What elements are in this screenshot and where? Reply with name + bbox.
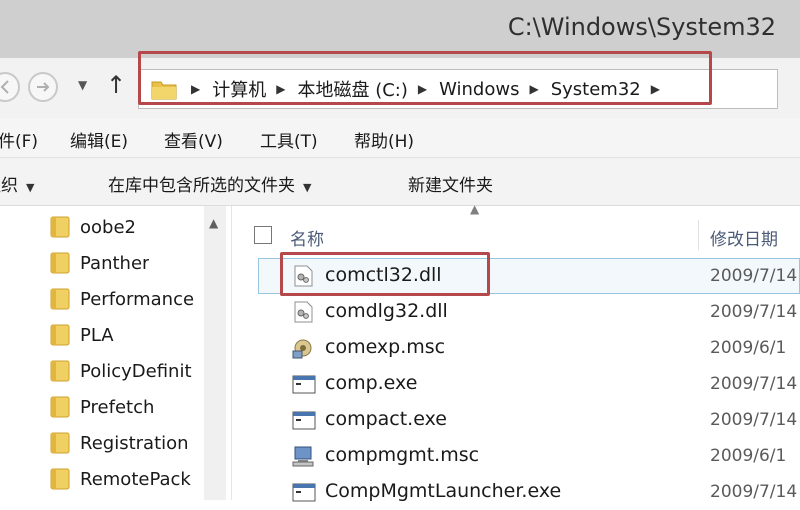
folder-icon xyxy=(50,288,70,310)
recent-locations-chevron-icon[interactable]: ▼ xyxy=(78,78,87,92)
tree-item-label: Panther xyxy=(80,252,150,274)
tree-item-pla[interactable]: PLA xyxy=(50,318,114,352)
include-in-library-label: 在库中包含所选的文件夹 xyxy=(108,176,295,196)
tree-item-panther[interactable]: Panther xyxy=(50,246,149,280)
computer-management-icon xyxy=(292,446,314,467)
tree-item-label: PolicyDefinit xyxy=(80,360,192,382)
column-header-date-modified[interactable]: 修改日期 xyxy=(710,225,778,250)
navigation-pane: oobe2 Panther Performance PLA PolicyDefi… xyxy=(0,206,232,500)
menu-tools[interactable]: 工具(T) xyxy=(260,127,318,152)
scroll-up-arrow-icon[interactable]: ▲ xyxy=(209,216,218,230)
folder-icon xyxy=(50,324,70,346)
file-date: 2009/7/14 xyxy=(710,410,798,430)
forward-arrow-icon xyxy=(37,82,50,92)
exe-window-icon xyxy=(292,375,316,394)
tree-item-performance[interactable]: Performance xyxy=(50,282,194,316)
menu-file[interactable]: 件(F) xyxy=(0,127,38,152)
dropdown-arrow-icon: ▼ xyxy=(26,181,35,194)
msc-component-icon xyxy=(292,339,312,359)
file-name: compmgmt.msc xyxy=(325,444,480,466)
file-list: ▲ 名称 修改日期 comctl32.dll 2009/7/14 comdlg3… xyxy=(232,202,800,502)
file-row[interactable]: comp.exe 2009/7/14 xyxy=(232,366,800,402)
tree-item-remotepackages[interactable]: RemotePack xyxy=(50,462,191,496)
file-row[interactable]: compmgmt.msc 2009/6/1 xyxy=(232,438,800,474)
back-arrow-icon xyxy=(0,80,9,94)
address-highlight-box xyxy=(138,51,712,105)
dropdown-arrow-icon: ▼ xyxy=(303,181,312,194)
tree-item-prefetch[interactable]: Prefetch xyxy=(50,390,154,424)
select-all-checkbox[interactable] xyxy=(254,226,272,244)
folder-icon xyxy=(50,252,70,274)
tree-item-label: Prefetch xyxy=(80,396,155,418)
forward-button[interactable] xyxy=(28,72,58,102)
file-date: 2009/7/14 xyxy=(710,266,798,286)
organize-button[interactable]: 组织 ▼ xyxy=(0,171,34,196)
file-date: 2009/7/14 xyxy=(710,482,798,502)
column-divider[interactable] xyxy=(698,220,699,250)
file-date: 2009/7/14 xyxy=(710,302,798,322)
new-folder-button[interactable]: 新建文件夹 xyxy=(408,171,493,196)
tree-item-oobe2[interactable]: oobe2 xyxy=(50,210,136,244)
file-date: 2009/7/14 xyxy=(710,374,798,394)
back-button[interactable] xyxy=(0,72,20,102)
tree-item-label: PLA xyxy=(80,324,114,346)
window-title: C:\Windows\System32 xyxy=(507,13,776,41)
folder-icon xyxy=(50,216,70,238)
folder-icon xyxy=(50,396,70,418)
file-row[interactable]: comdlg32.dll 2009/7/14 xyxy=(232,294,800,330)
file-date: 2009/6/1 xyxy=(710,446,787,466)
file-name: comexp.msc xyxy=(325,336,446,358)
file-date: 2009/6/1 xyxy=(710,338,787,358)
file-name: comp.exe xyxy=(325,372,418,394)
organize-label: 组织 xyxy=(0,176,18,196)
file-name: CompMgmtLauncher.exe xyxy=(325,480,562,502)
file-highlight-box xyxy=(280,252,490,296)
menu-view[interactable]: 查看(V) xyxy=(164,127,223,152)
tree-item-policydefinitions[interactable]: PolicyDefinit xyxy=(50,354,192,388)
tree-item-label: Registration xyxy=(80,432,189,454)
menu-help[interactable]: 帮助(H) xyxy=(354,127,414,152)
new-folder-label: 新建文件夹 xyxy=(408,176,493,196)
file-row[interactable]: CompMgmtLauncher.exe 2009/7/14 xyxy=(232,474,800,510)
exe-window-icon xyxy=(292,411,316,430)
tree-item-label: Performance xyxy=(80,288,195,310)
include-in-library-button[interactable]: 在库中包含所选的文件夹 ▼ xyxy=(108,171,311,196)
menu-edit[interactable]: 编辑(E) xyxy=(70,127,128,152)
file-row[interactable]: comexp.msc 2009/6/1 xyxy=(232,330,800,366)
folder-icon xyxy=(50,432,70,454)
file-row[interactable]: compact.exe 2009/7/14 xyxy=(232,402,800,438)
up-arrow-icon[interactable]: ↑ xyxy=(106,70,126,100)
file-name: comdlg32.dll xyxy=(325,300,448,322)
column-header-row: 名称 修改日期 xyxy=(232,212,800,250)
tree-item-label: RemotePack xyxy=(80,468,191,490)
menu-bar: 件(F) 编辑(E) 查看(V) 工具(T) 帮助(H) xyxy=(0,118,800,158)
nav-scrollbar[interactable]: ▲ xyxy=(204,206,226,500)
tree-item-label: oobe2 xyxy=(80,216,136,238)
file-name: compact.exe xyxy=(325,408,447,430)
command-bar: 组织 ▼ 在库中包含所选的文件夹 ▼ 新建文件夹 xyxy=(0,158,800,206)
folder-icon xyxy=(50,468,70,490)
dll-file-icon xyxy=(294,301,313,323)
title-bar: C:\Windows\System32 xyxy=(0,0,800,58)
folder-icon xyxy=(50,360,70,382)
column-header-name[interactable]: 名称 xyxy=(290,225,324,250)
tree-item-registration[interactable]: Registration xyxy=(50,426,189,460)
